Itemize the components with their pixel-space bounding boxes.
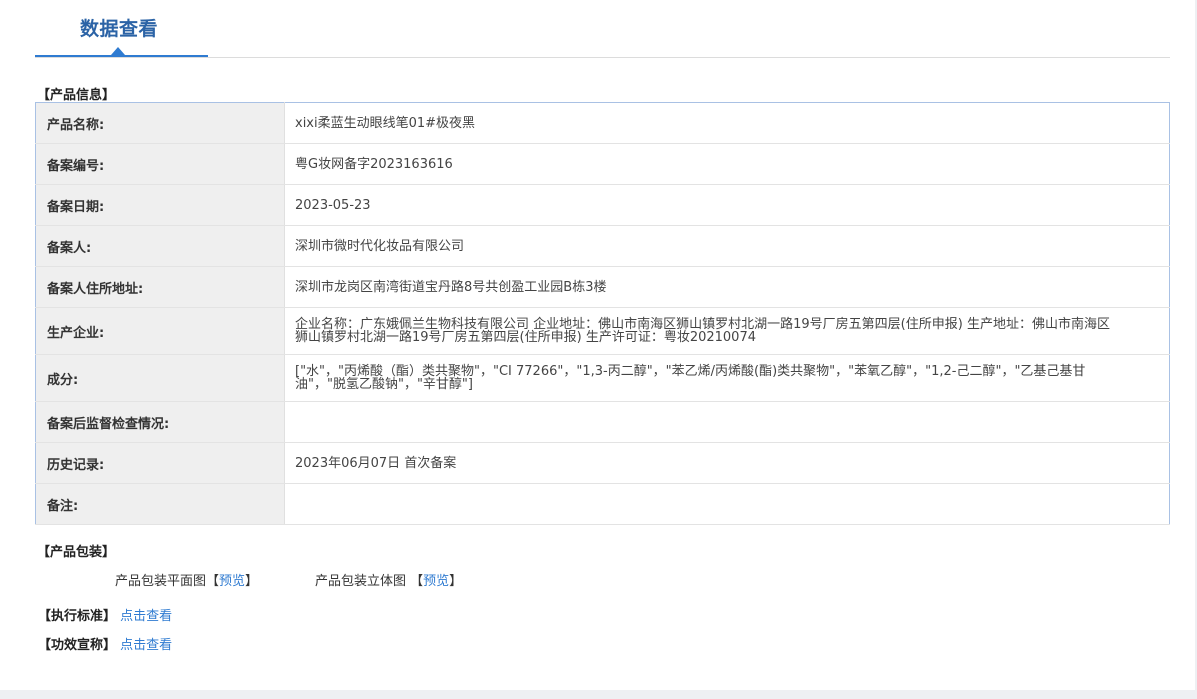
row-label: 备案人: — [35, 225, 285, 267]
packaging-3d-label: 产品包装立体图 【 — [315, 574, 424, 589]
table-row: 备案人: 深圳市微时代化妆品有限公司 — [35, 225, 1170, 267]
packaging-3d-preview-link[interactable]: 预览 — [423, 574, 449, 589]
row-label: 备案人住所地址: — [35, 266, 285, 308]
standard-row: 【执行标准】 点击查看 — [38, 605, 172, 624]
row-value: 深圳市微时代化妆品有限公司 — [284, 225, 1170, 267]
standard-view-link[interactable]: 点击查看 — [120, 609, 172, 624]
packaging-heading: 【产品包装】 — [37, 545, 116, 560]
row-label: 备注: — [35, 483, 285, 525]
product-info-heading: 【产品信息】 — [37, 88, 116, 103]
row-value: ["水"，"丙烯酸（酯）类共聚物"，"CI 77266"，"1,3-丙二醇"，"… — [284, 354, 1170, 402]
row-label: 生产企业: — [35, 307, 285, 355]
row-value: 2023-05-23 — [284, 184, 1170, 226]
row-value: 深圳市龙岗区南湾街道宝丹路8号共创盈工业园B栋3楼 — [284, 266, 1170, 308]
page-container: 数据查看 【产品信息】 产品名称: xixi柔蓝生动眼线笔01#极夜黑 备案编号… — [0, 0, 1197, 690]
row-label: 备案后监督检查情况: — [35, 401, 285, 443]
row-label: 备案日期: — [35, 184, 285, 226]
table-row: 生产企业: 企业名称：广东娥佩兰生物科技有限公司 企业地址：佛山市南海区狮山镇罗… — [35, 307, 1170, 355]
table-row: 备案编号: 粤G妆网备字2023163616 — [35, 143, 1170, 185]
packaging-flat-preview-link[interactable]: 预览 — [219, 574, 245, 589]
product-info-table: 产品名称: xixi柔蓝生动眼线笔01#极夜黑 备案编号: 粤G妆网备字2023… — [35, 102, 1170, 525]
table-row: 产品名称: xixi柔蓝生动眼线笔01#极夜黑 — [35, 102, 1170, 144]
table-row: 成分: ["水"，"丙烯酸（酯）类共聚物"，"CI 77266"，"1,3-丙二… — [35, 354, 1170, 402]
packaging-flat-close: 】 — [245, 574, 259, 589]
active-tab-caret-icon — [111, 47, 125, 55]
packaging-flat-label: 产品包装平面图【 — [115, 574, 220, 589]
efficacy-label: 【功效宣称】 — [38, 638, 117, 653]
standard-label: 【执行标准】 — [38, 609, 117, 624]
efficacy-view-link[interactable]: 点击查看 — [120, 638, 172, 653]
row-value — [284, 401, 1170, 443]
row-value: xixi柔蓝生动眼线笔01#极夜黑 — [284, 102, 1170, 144]
table-row: 备注: — [35, 483, 1170, 525]
efficacy-row: 【功效宣称】 点击查看 — [38, 634, 172, 653]
tab-data-view[interactable]: 数据查看 — [80, 14, 158, 41]
packaging-3d-close: 】 — [449, 574, 463, 589]
table-row: 备案日期: 2023-05-23 — [35, 184, 1170, 226]
table-row: 历史记录: 2023年06月07日 首次备案 — [35, 442, 1170, 484]
packaging-flat: 产品包装平面图【预览】 — [115, 570, 258, 589]
row-value: 企业名称：广东娥佩兰生物科技有限公司 企业地址：佛山市南海区狮山镇罗村北湖一路1… — [284, 307, 1170, 355]
row-label: 产品名称: — [35, 102, 285, 144]
row-label: 备案编号: — [35, 143, 285, 185]
table-row: 备案人住所地址: 深圳市龙岗区南湾街道宝丹路8号共创盈工业园B栋3楼 — [35, 266, 1170, 308]
row-label: 历史记录: — [35, 442, 285, 484]
row-value: 粤G妆网备字2023163616 — [284, 143, 1170, 185]
row-label: 成分: — [35, 354, 285, 402]
packaging-3d: 产品包装立体图 【预览】 — [315, 570, 462, 589]
row-value — [284, 483, 1170, 525]
tab-bar: 数据查看 — [35, 0, 1170, 58]
active-tab-indicator — [35, 55, 208, 57]
table-row: 备案后监督检查情况: — [35, 401, 1170, 443]
row-value: 2023年06月07日 首次备案 — [284, 442, 1170, 484]
